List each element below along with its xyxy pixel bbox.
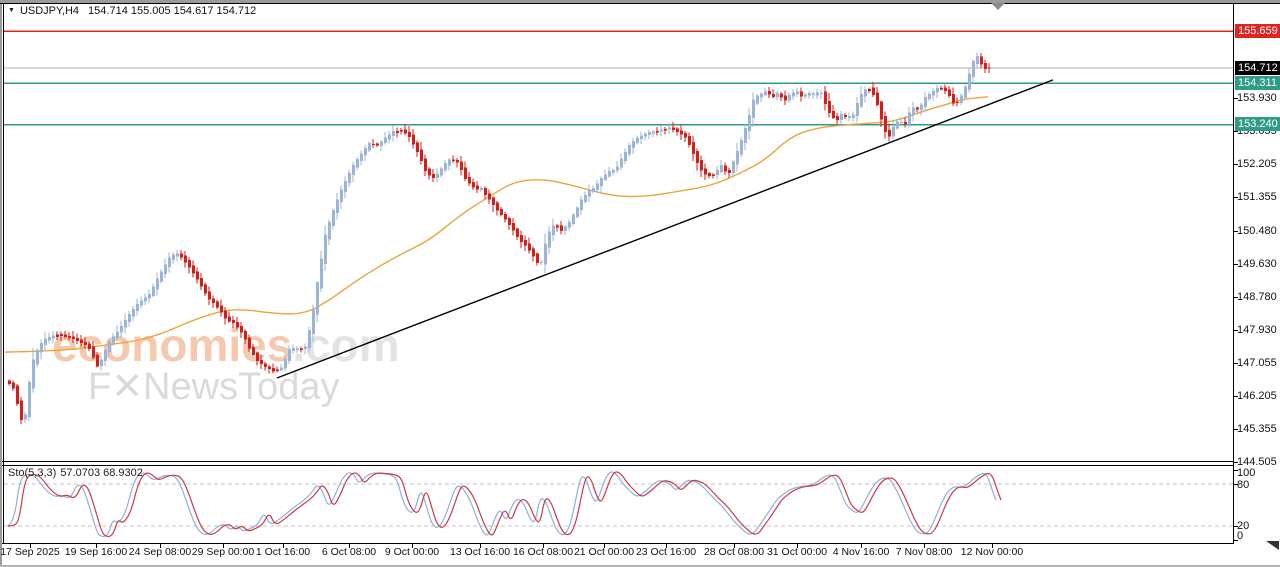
- date-tick-label: 13 Oct 16:00: [450, 546, 510, 558]
- support-price-badge-lower: 153.240: [1235, 117, 1280, 131]
- date-tick-label: 7 Nov 08:00: [896, 546, 953, 558]
- date-tick-label: 9 Oct 00:00: [385, 546, 439, 558]
- date-tick-label: 24 Sep 08:00: [129, 546, 191, 558]
- date-tick-label: 12 Nov 00:00: [961, 546, 1023, 558]
- chart-window: economies.com F✕NewsToday ▼USDJPY,H4154.…: [0, 0, 1280, 567]
- date-tick-label: 23 Oct 16:00: [636, 546, 696, 558]
- time-axis[interactable]: 17 Sep 2025 19 Sep 16:0024 Sep 08:0029 Se…: [0, 0, 1280, 567]
- date-tick-label: 21 Oct 00:00: [574, 546, 634, 558]
- indicator-values: 57.0703 68.9302: [60, 467, 143, 479]
- date-tick-label: 16 Oct 08:00: [513, 546, 573, 558]
- resistance-price-badge: 155.659: [1235, 24, 1280, 38]
- date-tick-label: 4 Nov 16:00: [833, 546, 890, 558]
- support-price-badge-upper: 154.311: [1235, 76, 1280, 90]
- chart-shift-marker-icon: [991, 3, 1005, 10]
- date-tick-label: 29 Sep 00:00: [192, 546, 254, 558]
- date-tick-label: 1 Oct 16:00: [256, 546, 310, 558]
- symbol-dropdown-icon[interactable]: ▼: [8, 7, 15, 14]
- indicator-header: Sto(5,3,3) 57.0703 68.9302: [8, 467, 143, 479]
- ohlc-readout: 154.714 155.005 154.617 154.712: [88, 5, 256, 17]
- date-tick-label: 28 Oct 08:00: [704, 546, 764, 558]
- chart-title-bar: ▼ USDJPY,H4 154.714 155.005 154.617 154.71…: [8, 5, 256, 17]
- date-tick-label: 31 Oct 00:00: [767, 546, 827, 558]
- date-tick-label: 19 Sep 16:00: [65, 546, 127, 558]
- current-price-badge: 154.712: [1235, 61, 1280, 75]
- symbol-timeframe-label: USDJPY,H4: [20, 5, 79, 17]
- indicator-name: Sto(5,3,3): [8, 467, 56, 479]
- date-tick-label: 6 Oct 08:00: [322, 546, 376, 558]
- date-tick-label: 17 Sep 2025: [0, 546, 60, 558]
- axis-corner-marker-icon: [1266, 541, 1279, 550]
